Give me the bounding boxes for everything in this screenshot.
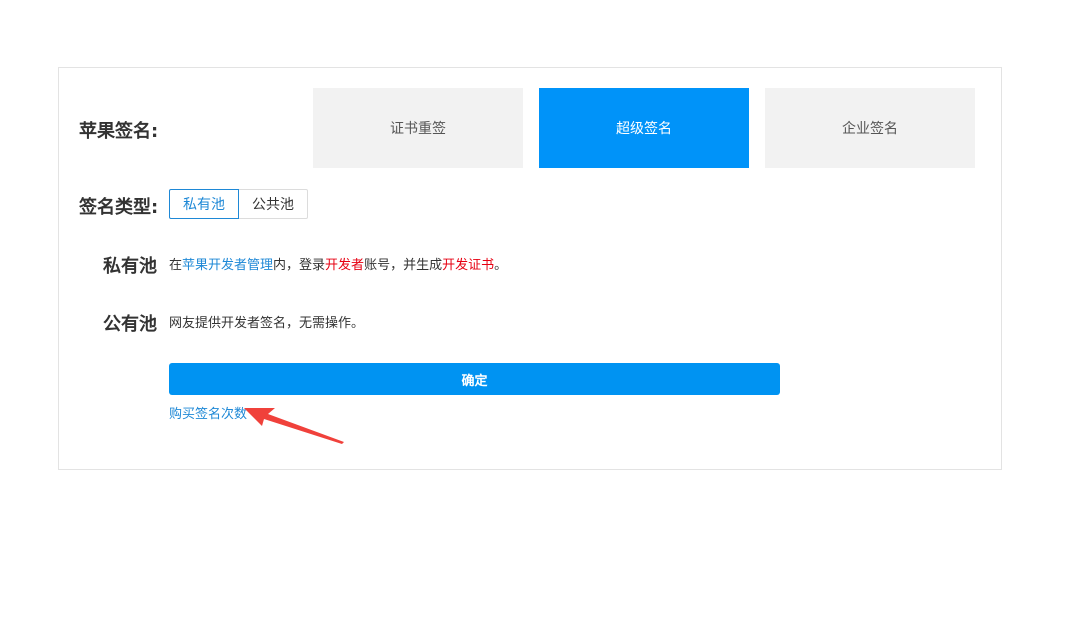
private-desc-part4: 。 [494, 258, 508, 273]
option-super-signature-button[interactable]: 超级签名 [539, 88, 749, 168]
signature-type-toggle: 私有池 公共池 [169, 189, 308, 219]
private-desc-part3: 账号，并生成 [364, 258, 443, 273]
public-pool-tab[interactable]: 公共池 [239, 189, 308, 219]
annotation-arrow-icon [244, 408, 344, 444]
signature-panel: 苹果签名: 证书重签 超级签名 企业签名 签名类型: 私有池 公共池 私有池 在… [58, 67, 1002, 470]
option-enterprise-signature-button[interactable]: 企业签名 [765, 88, 975, 168]
signature-type-label: 签名类型: [79, 197, 159, 218]
apple-signature-label: 苹果签名: [79, 121, 159, 142]
dev-certificate-highlight: 开发证书 [442, 258, 495, 273]
apple-developer-management-link[interactable]: 苹果开发者管理 [182, 258, 273, 273]
private-pool-description: 在苹果开发者管理内，登录开发者账号，并生成开发证书。 [169, 254, 507, 273]
private-pool-title: 私有池 [103, 256, 157, 277]
option-cert-resign-button[interactable]: 证书重签 [313, 88, 523, 168]
public-pool-title: 公有池 [103, 314, 157, 335]
private-pool-tab[interactable]: 私有池 [169, 189, 239, 219]
private-desc-part2: 内，登录 [273, 258, 326, 273]
confirm-button[interactable]: 确定 [169, 363, 780, 395]
public-pool-description: 网友提供开发者签名，无需操作。 [169, 316, 365, 331]
private-desc-part1: 在 [169, 258, 183, 273]
buy-signature-count-link[interactable]: 购买签名次数 [169, 403, 247, 422]
developer-highlight: 开发者 [325, 258, 365, 273]
